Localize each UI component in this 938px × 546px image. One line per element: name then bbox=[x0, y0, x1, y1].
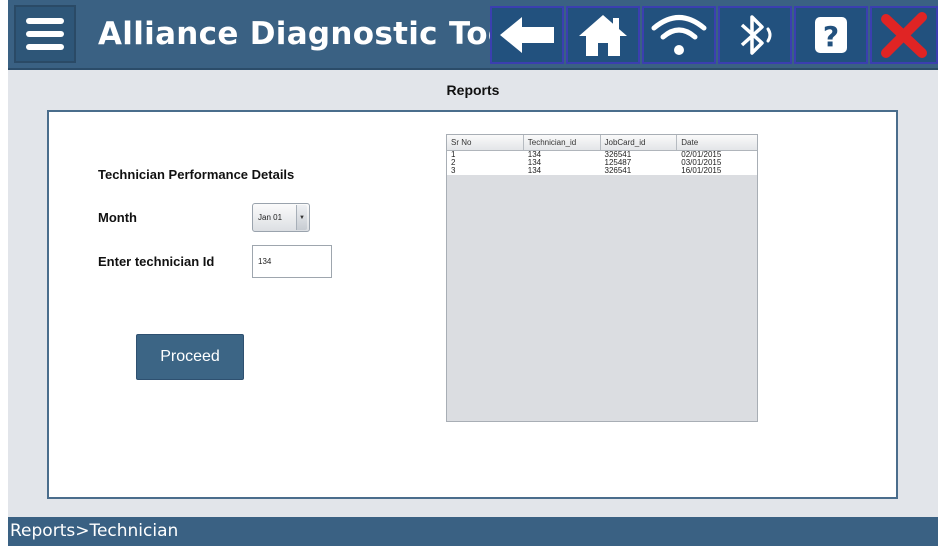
header-bar: Alliance Diagnostic Tool ? bbox=[8, 0, 938, 70]
status-bar: Reports>Technician bbox=[8, 517, 938, 546]
report-table[interactable]: Sr No Technician_id JobCard_id Date 1 13… bbox=[446, 134, 758, 422]
table-cell: 16/01/2015 bbox=[681, 166, 722, 175]
table-cell: 2 bbox=[451, 158, 456, 167]
close-icon[interactable] bbox=[870, 6, 938, 64]
app-window: Alliance Diagnostic Tool ? Reports Techn… bbox=[8, 0, 938, 546]
column-header-jobcard-id[interactable]: JobCard_id bbox=[601, 135, 678, 150]
month-select[interactable]: Jan 01 ▼ bbox=[252, 203, 310, 232]
month-label: Month bbox=[98, 210, 137, 225]
technician-id-input[interactable]: 134 bbox=[252, 245, 332, 278]
back-arrow-icon[interactable] bbox=[490, 6, 564, 64]
column-header-date[interactable]: Date bbox=[677, 135, 757, 150]
report-panel: Technician Performance Details Month Jan… bbox=[47, 110, 898, 499]
technician-id-label: Enter technician Id bbox=[98, 254, 215, 269]
chevron-down-icon[interactable]: ▼ bbox=[296, 205, 307, 230]
month-select-value: Jan 01 bbox=[258, 213, 283, 222]
bluetooth-icon[interactable] bbox=[718, 6, 792, 64]
svg-text:?: ? bbox=[823, 20, 839, 53]
help-icon[interactable]: ? bbox=[794, 6, 868, 64]
table-cell: 326541 bbox=[604, 166, 632, 175]
column-header-technician-id[interactable]: Technician_id bbox=[524, 135, 601, 150]
section-title: Technician Performance Details bbox=[98, 167, 295, 182]
table-cell: 1 bbox=[451, 150, 456, 159]
table-header: Sr No Technician_id JobCard_id Date bbox=[447, 135, 757, 151]
proceed-button[interactable]: Proceed bbox=[136, 334, 244, 380]
table-cell: 134 bbox=[527, 166, 542, 175]
wifi-icon[interactable] bbox=[642, 6, 716, 64]
app-title: Alliance Diagnostic Tool bbox=[98, 16, 521, 52]
page-title: Reports bbox=[446, 82, 500, 98]
column-header-sr-no[interactable]: Sr No bbox=[447, 135, 524, 150]
breadcrumb: Reports>Technician bbox=[10, 521, 179, 541]
menu-icon[interactable] bbox=[14, 5, 76, 63]
home-icon[interactable] bbox=[566, 6, 640, 64]
table-cell: 3 bbox=[451, 166, 456, 175]
table-row[interactable]: 3 134 326541 16/01/2015 bbox=[447, 167, 757, 175]
